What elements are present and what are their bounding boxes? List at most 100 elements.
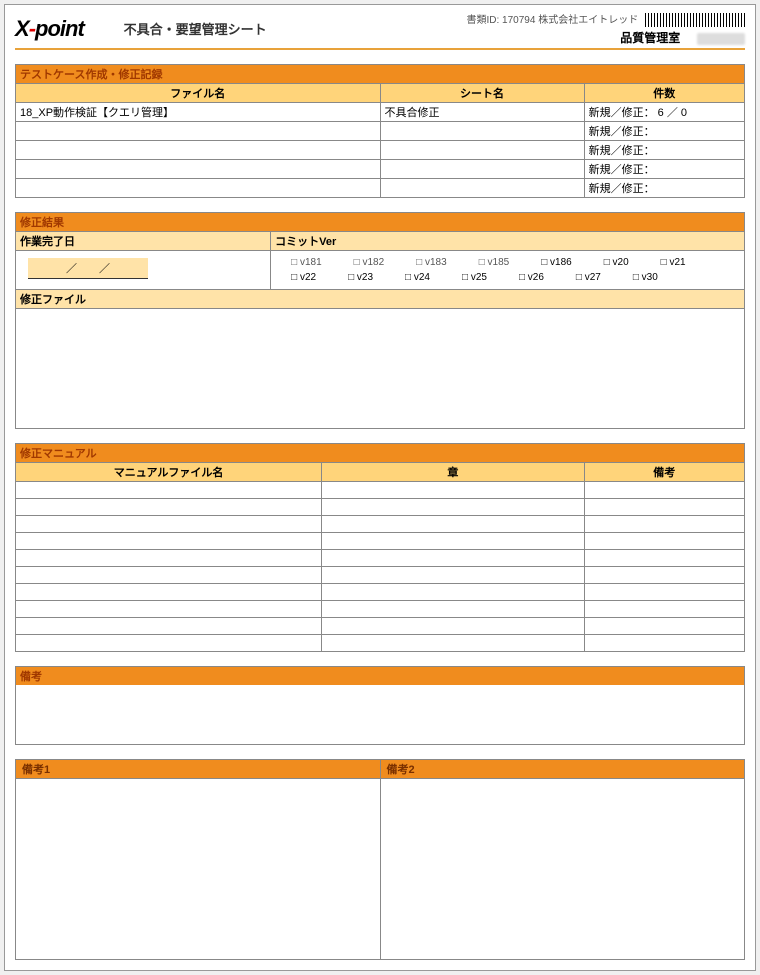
file-cell[interactable] (16, 160, 381, 179)
remarks1-area[interactable] (16, 779, 380, 959)
file-cell[interactable] (16, 179, 381, 198)
col-sheet: シート名 (380, 84, 584, 103)
manual-file-cell[interactable] (16, 618, 322, 635)
manual-remark-cell[interactable] (584, 635, 744, 652)
section-fix-title: 修正結果 (15, 212, 745, 231)
version-checkbox[interactable]: □ v20 (604, 257, 629, 268)
remarks2-col: 備考2 (381, 760, 745, 959)
col-file: ファイル名 (16, 84, 381, 103)
page-title: 不具合・要望管理シート (124, 19, 267, 38)
doc-id-value: 170794 (502, 15, 535, 26)
col-count: 件数 (584, 84, 744, 103)
manual-chapter-cell[interactable] (322, 601, 584, 618)
logo: X-point (15, 16, 84, 42)
sheet-cell[interactable] (380, 179, 584, 198)
count-cell[interactable]: 新規／修正： 6 ／ 0 (584, 103, 744, 122)
sheet-cell[interactable] (380, 122, 584, 141)
version-checkbox[interactable]: □ v182 (354, 257, 385, 268)
manual-remark-cell[interactable] (584, 482, 744, 499)
count-cell[interactable]: 新規／修正： (584, 160, 744, 179)
remarks-area[interactable] (15, 685, 745, 745)
table-row (16, 567, 745, 584)
manual-file-cell[interactable] (16, 550, 322, 567)
version-checkbox[interactable]: □ v186 (541, 257, 572, 268)
version-checkbox[interactable]: □ v24 (405, 272, 430, 283)
version-checkbox[interactable]: □ v25 (462, 272, 487, 283)
dept-name: 品質管理室 (620, 31, 680, 45)
count-label: 新規／修正： (589, 145, 655, 157)
section-remarks-two: 備考1 備考2 (15, 759, 745, 960)
manual-chapter-cell[interactable] (322, 567, 584, 584)
section-manual: 修正マニュアル マニュアルファイル名 章 備考 (15, 443, 745, 652)
manual-remark-cell[interactable] (584, 550, 744, 567)
section-testcase: テストケース作成・修正記録 ファイル名 シート名 件数 18_XP動作検証【クエ… (15, 64, 745, 198)
remarks2-area[interactable] (381, 779, 745, 959)
sheet-cell[interactable]: 不具合修正 (380, 103, 584, 122)
fix-file-area[interactable] (16, 309, 745, 429)
count-sep: ／ (667, 107, 678, 119)
file-cell[interactable]: 18_XP動作検証【クエリ管理】 (16, 103, 381, 122)
remarks1-title: 備考1 (16, 760, 380, 779)
version-checkbox[interactable]: □ v26 (519, 272, 544, 283)
manual-file-cell[interactable] (16, 567, 322, 584)
commit-ver-cell: □ v181 □ v182 □ v183 □ v185 □ v186 □ v20 □ v21… (271, 251, 745, 290)
file-cell[interactable] (16, 122, 381, 141)
file-cell[interactable] (16, 141, 381, 160)
version-checkbox[interactable]: □ v22 (291, 272, 316, 283)
manual-table: マニュアルファイル名 章 備考 (15, 462, 745, 652)
testcase-table: ファイル名 シート名 件数 18_XP動作検証【クエリ管理】不具合修正新規／修正… (15, 83, 745, 198)
count-cell[interactable]: 新規／修正： (584, 179, 744, 198)
manual-file-cell[interactable] (16, 584, 322, 601)
table-row: 新規／修正： (16, 141, 745, 160)
manual-file-cell[interactable] (16, 601, 322, 618)
company-name: 株式会社エイトレッド (538, 15, 638, 26)
manual-file-cell[interactable] (16, 533, 322, 550)
version-checkbox[interactable]: □ v21 (661, 257, 686, 268)
count-cell[interactable]: 新規／修正： (584, 122, 744, 141)
manual-remark-cell[interactable] (584, 618, 744, 635)
sheet-cell[interactable] (380, 141, 584, 160)
manual-chapter-cell[interactable] (322, 482, 584, 499)
sheet-cell[interactable] (380, 160, 584, 179)
manual-chapter-cell[interactable] (322, 584, 584, 601)
version-checkbox[interactable]: □ v181 (291, 257, 322, 268)
manual-chapter-cell[interactable] (322, 635, 584, 652)
manual-chapter-cell[interactable] (322, 533, 584, 550)
manual-remark-cell[interactable] (584, 567, 744, 584)
work-done-date[interactable]: ／ ／ (28, 258, 148, 279)
section-remarks: 備考 (15, 666, 745, 745)
manual-file-cell[interactable] (16, 635, 322, 652)
version-checkbox[interactable]: □ v185 (479, 257, 510, 268)
manual-file-cell[interactable] (16, 516, 322, 533)
header-bar: X-point 不具合・要望管理シート 書類ID: 170794 株式会社エイト… (15, 11, 745, 50)
col-manual: マニュアルファイル名 (16, 463, 322, 482)
count-cell[interactable]: 新規／修正： (584, 141, 744, 160)
manual-chapter-cell[interactable] (322, 618, 584, 635)
manual-file-cell[interactable] (16, 482, 322, 499)
version-checkbox[interactable]: □ v23 (348, 272, 373, 283)
manual-remark-cell[interactable] (584, 584, 744, 601)
section-remarks-title: 備考 (15, 666, 745, 685)
section-testcase-title: テストケース作成・修正記録 (15, 64, 745, 83)
count-label: 新規／修正： (589, 164, 655, 176)
table-row (16, 482, 745, 499)
manual-chapter-cell[interactable] (322, 516, 584, 533)
version-checkbox[interactable]: □ v30 (633, 272, 658, 283)
manual-chapter-cell[interactable] (322, 550, 584, 567)
count-new: 6 (658, 107, 664, 119)
table-row: 新規／修正： (16, 122, 745, 141)
version-checkbox[interactable]: □ v27 (576, 272, 601, 283)
manual-chapter-cell[interactable] (322, 499, 584, 516)
table-row (16, 533, 745, 550)
col-chapter: 章 (322, 463, 584, 482)
manual-file-cell[interactable] (16, 499, 322, 516)
table-row (16, 618, 745, 635)
form-page: X-point 不具合・要望管理シート 書類ID: 170794 株式会社エイト… (4, 4, 756, 971)
manual-remark-cell[interactable] (584, 516, 744, 533)
work-done-label: 作業完了日 (16, 232, 271, 251)
doc-id-line: 書類ID: 170794 株式会社エイトレッド (466, 11, 745, 27)
manual-remark-cell[interactable] (584, 533, 744, 550)
manual-remark-cell[interactable] (584, 601, 744, 618)
manual-remark-cell[interactable] (584, 499, 744, 516)
version-checkbox[interactable]: □ v183 (416, 257, 447, 268)
